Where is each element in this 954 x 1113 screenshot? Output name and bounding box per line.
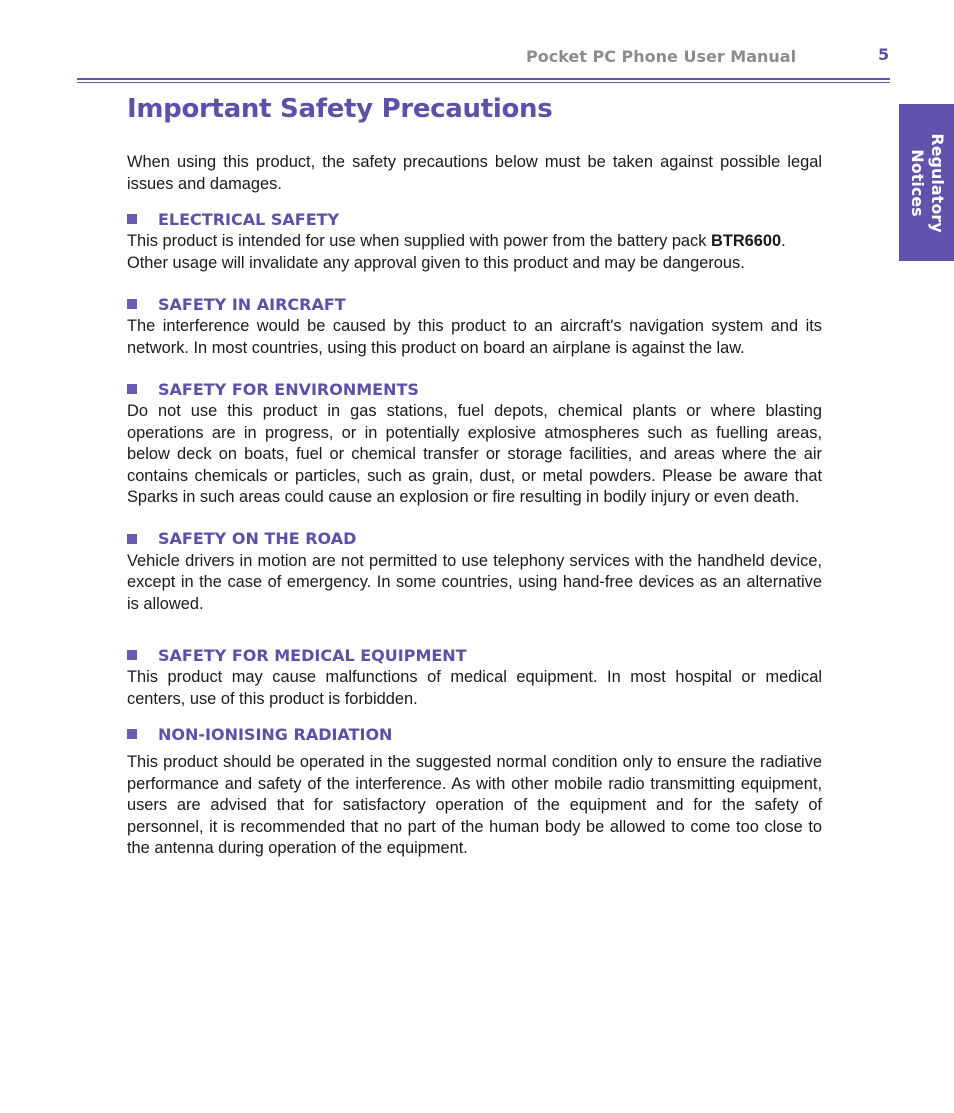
square-bullet-icon [127,533,137,544]
section-heading: ELECTRICAL SAFETY [158,209,340,229]
section-safety-in-aircraft: SAFETY IN AIRCRAFT The interference woul… [127,292,822,359]
square-bullet-icon [127,729,137,739]
section-heading: SAFETY ON THE ROAD [158,529,357,548]
section-body: Vehicle drivers in motion are not permit… [127,551,822,613]
section-heading: SAFETY FOR MEDICAL EQUIPMENT [158,645,467,665]
section-non-ionising-radiation: NON-IONISING RADIATION This product shou… [127,722,822,860]
section-body: This product should be operated in the s… [127,753,822,857]
section-heading: SAFETY FOR ENVIRONMENTS [158,379,419,399]
section-heading: SAFETY IN AIRCRAFT [158,294,346,314]
manual-title: Pocket PC Phone User Manual [526,47,797,66]
section-body: Do not use this product in gas stations,… [127,402,822,506]
square-bullet-icon [127,384,137,394]
square-bullet-icon [127,214,137,224]
section-safety-on-the-road: SAFETY ON THE ROAD Vehicle drivers in mo… [127,527,822,616]
intro-paragraph: When using this product, the safety prec… [127,153,822,193]
page-number: 5 [878,45,890,64]
section-safety-for-environments: SAFETY FOR ENVIRONMENTS Do not use this … [127,377,822,509]
section-electrical-safety: ELECTRICAL SAFETY This product is intend… [127,207,822,274]
page-title: Important Safety Precautions [127,94,553,124]
section-heading: NON-IONISING RADIATION [158,724,393,744]
square-bullet-icon [127,650,137,660]
section-body: The interference would be caused by this… [127,317,822,357]
section-body: This product may cause malfunctions of m… [127,668,822,708]
section-tab-label: Regulatory Notices [907,132,947,233]
section-body: This product is intended for use when su… [127,232,786,272]
section-safety-for-medical-equipment: SAFETY FOR MEDICAL EQUIPMENT This produc… [127,643,822,710]
section-tab: Regulatory Notices [899,104,954,261]
header-divider [77,78,890,83]
content: When using this product, the safety prec… [127,152,822,860]
square-bullet-icon [127,299,137,309]
battery-model: BTR6600 [711,232,782,250]
